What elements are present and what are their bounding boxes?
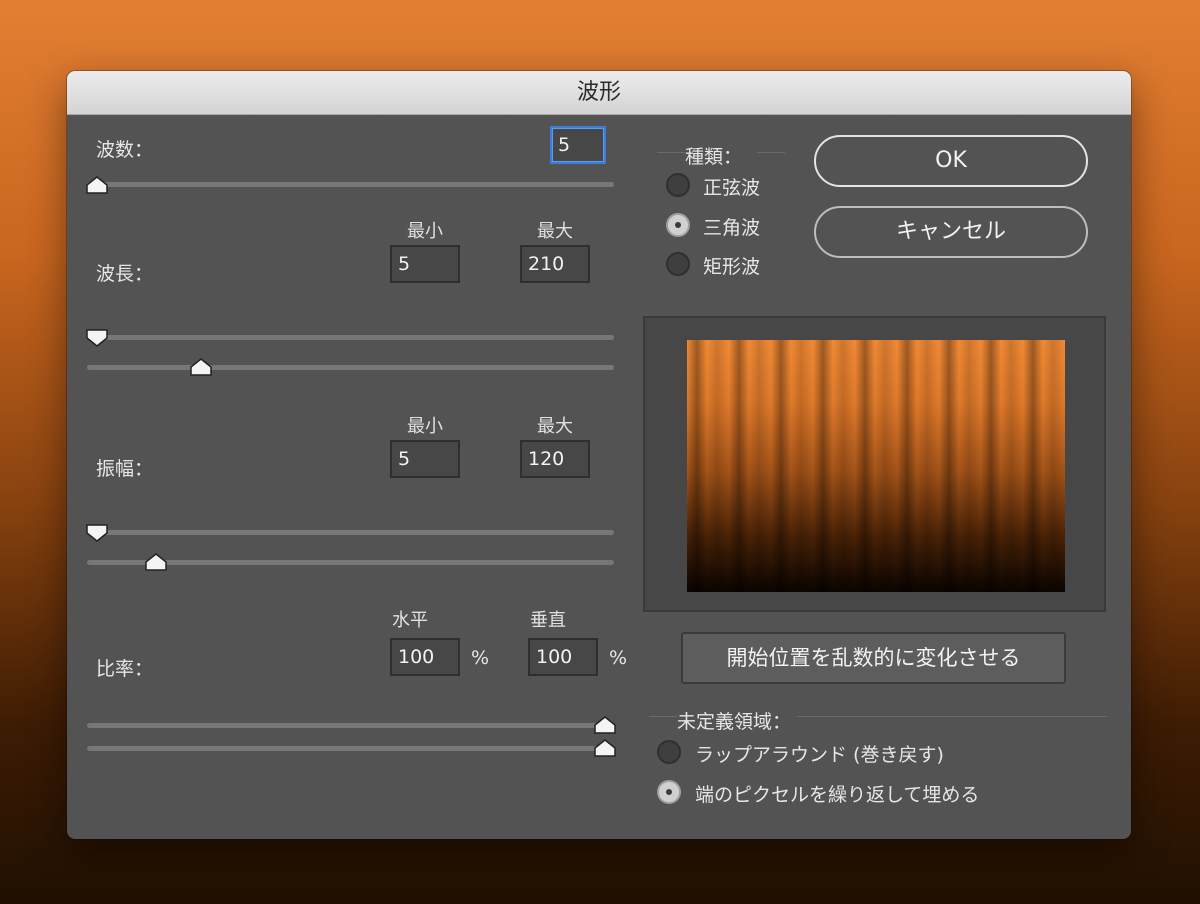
amplitude-min-input[interactable]: 5: [390, 440, 460, 478]
generators-input[interactable]: 5: [550, 126, 606, 164]
generators-slider-track[interactable]: [87, 182, 614, 187]
scale-vertical-header: 垂直: [530, 610, 566, 631]
type-radio-triangle[interactable]: [666, 213, 690, 237]
type-group-separator: [657, 152, 685, 153]
wavelength-min-header: 最小: [407, 221, 443, 242]
type-label: 種類：: [685, 146, 743, 168]
undefined-radio-repeat-edge[interactable]: [657, 780, 681, 804]
wavelength-min-input[interactable]: 5: [390, 245, 460, 283]
preview-frame: [643, 316, 1106, 612]
undefined-option-repeat-edge-label[interactable]: 端のピクセルを繰り返して埋める: [695, 780, 979, 807]
wavelength-label: 波長：: [96, 263, 154, 285]
undefined-option-wrap-label[interactable]: ラップアラウンド (巻き戻す): [695, 740, 944, 767]
wavelength-max-header: 最大: [537, 221, 573, 242]
wavelength-max-input[interactable]: 210: [520, 245, 590, 283]
amplitude-max-slider-thumb[interactable]: [145, 553, 167, 571]
preview-image: [687, 340, 1065, 592]
scale-horizontal-input[interactable]: 100: [390, 638, 460, 676]
scale-horizontal-slider-thumb[interactable]: [594, 716, 616, 734]
undefined-areas-label: 未定義領域：: [677, 711, 792, 733]
type-radio-square[interactable]: [666, 252, 690, 276]
type-option-sine-label[interactable]: 正弦波: [703, 173, 760, 200]
amplitude-min-header: 最小: [407, 416, 443, 437]
wavelength-max-slider-track[interactable]: [87, 365, 614, 370]
scale-vertical-unit: %: [609, 647, 628, 669]
generators-slider-thumb[interactable]: [86, 176, 108, 194]
type-option-triangle-label[interactable]: 三角波: [703, 213, 760, 240]
cancel-button[interactable]: キャンセル: [814, 206, 1088, 258]
dialog-title: 波形: [67, 71, 1131, 115]
wave-dialog: 波形 波数： 5 最小 最大 波長： 5 210 最小 最大 振幅： 5 120…: [67, 71, 1131, 839]
scale-vertical-input[interactable]: 100: [528, 638, 598, 676]
undefined-areas-separator-right: [797, 716, 1107, 717]
amplitude-min-slider-track[interactable]: [87, 530, 614, 535]
amplitude-max-input[interactable]: 120: [520, 440, 590, 478]
generators-label: 波数：: [96, 139, 154, 161]
type-radio-sine[interactable]: [666, 173, 690, 197]
scale-horizontal-slider-track[interactable]: [87, 723, 614, 728]
wavelength-min-slider-thumb[interactable]: [86, 329, 108, 347]
randomize-button[interactable]: 開始位置を乱数的に変化させる: [681, 632, 1066, 684]
amplitude-label: 振幅：: [96, 458, 154, 480]
undefined-areas-separator: [649, 716, 677, 717]
scale-horizontal-header: 水平: [392, 610, 428, 631]
type-group-separator-right: [757, 152, 785, 153]
scale-vertical-slider-thumb[interactable]: [594, 739, 616, 757]
amplitude-max-header: 最大: [537, 416, 573, 437]
amplitude-min-slider-thumb[interactable]: [86, 524, 108, 542]
undefined-radio-wrap[interactable]: [657, 740, 681, 764]
wavelength-max-slider-thumb[interactable]: [190, 358, 212, 376]
ok-button[interactable]: OK: [814, 135, 1088, 187]
scale-horizontal-unit: %: [471, 647, 490, 669]
wavelength-min-slider-track[interactable]: [87, 335, 614, 340]
scale-vertical-slider-track[interactable]: [87, 746, 614, 751]
scale-label: 比率：: [96, 658, 154, 680]
type-option-square-label[interactable]: 矩形波: [703, 252, 760, 279]
